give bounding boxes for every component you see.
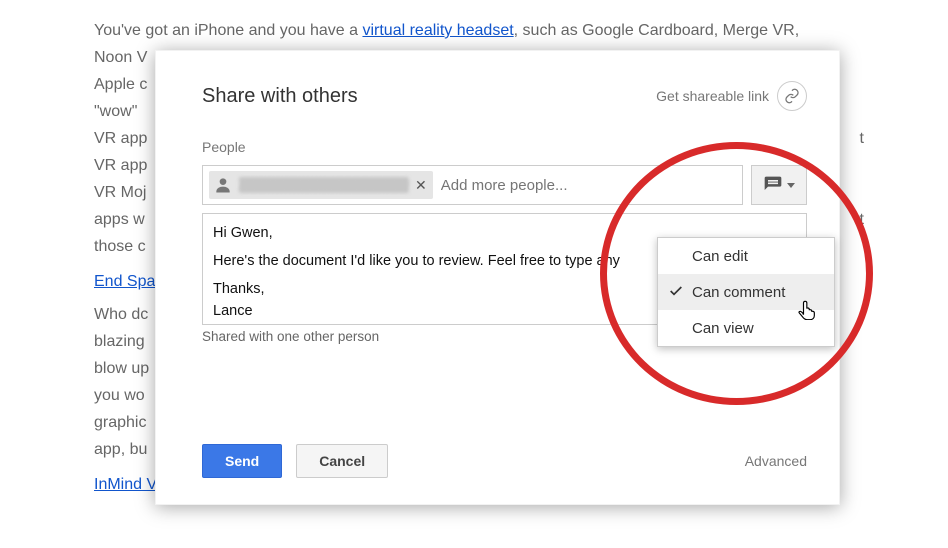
permission-dropdown: Can edit Can comment Can view (657, 237, 835, 347)
end-space-link[interactable]: End Spa (94, 269, 155, 294)
cancel-button[interactable]: Cancel (296, 444, 388, 478)
get-shareable-link-label: Get shareable link (656, 88, 769, 104)
perm-option-label: Can comment (692, 284, 785, 301)
add-people-input[interactable] (439, 165, 736, 205)
people-label: People (202, 139, 807, 155)
bg-text: , such as Google Cardboard, Merge VR, (514, 22, 799, 39)
recipient-email-redacted (239, 177, 409, 193)
check-icon (668, 283, 684, 299)
bg-text: apps w (94, 211, 145, 228)
people-input[interactable]: ✕ (202, 165, 743, 205)
advanced-link[interactable]: Advanced (745, 453, 807, 469)
perm-option-label: Can edit (692, 248, 748, 265)
send-button[interactable]: Send (202, 444, 282, 478)
perm-option-can-comment[interactable]: Can comment (658, 274, 834, 310)
person-icon (213, 175, 233, 195)
dialog-title: Share with others (202, 85, 358, 108)
bg-text: t (860, 207, 864, 232)
get-shareable-link[interactable]: Get shareable link (656, 81, 807, 111)
remove-chip-icon[interactable]: ✕ (415, 177, 427, 194)
recipient-chip[interactable]: ✕ (209, 171, 433, 199)
bg-text: t (860, 126, 864, 151)
perm-option-can-edit[interactable]: Can edit (658, 238, 834, 274)
vr-headset-link[interactable]: virtual reality headset (362, 22, 513, 39)
perm-option-can-view[interactable]: Can view (658, 310, 834, 346)
permission-dropdown-button[interactable] (751, 165, 807, 205)
perm-option-label: Can view (692, 320, 754, 337)
comment-icon (763, 175, 783, 195)
chevron-down-icon (787, 183, 795, 188)
bg-text: VR app (94, 130, 147, 147)
link-icon (777, 81, 807, 111)
bg-text: You've got an iPhone and you have a (94, 22, 362, 39)
